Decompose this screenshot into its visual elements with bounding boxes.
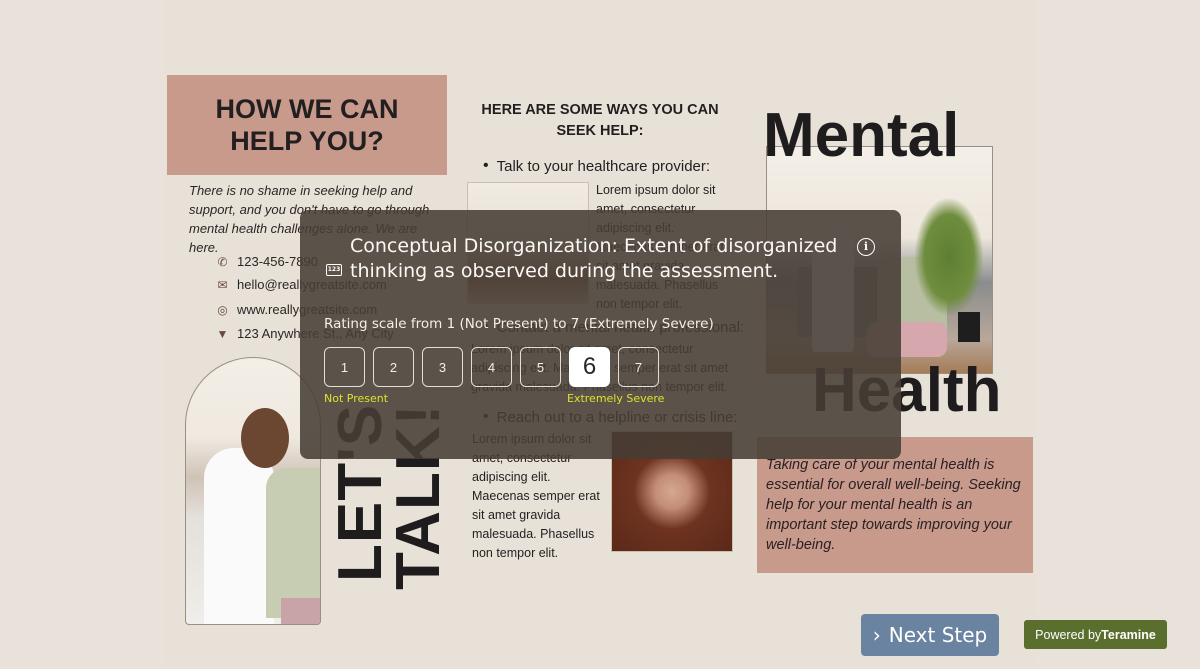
how-we-help-title: HOW WE CAN HELP YOU?	[215, 94, 399, 156]
number-type-icon: 123	[326, 264, 342, 276]
rating-option-3[interactable]: 3	[422, 347, 463, 387]
question-title: Conceptual Disorganization: Extent of di…	[350, 235, 838, 282]
rating-option-4[interactable]: 4	[471, 347, 512, 387]
rating-option-6[interactable]: 6	[569, 347, 610, 387]
ways-title: HERE ARE SOME WAYS YOU CAN SEEK HELP:	[481, 102, 719, 139]
next-step-button[interactable]: › Next Step	[861, 614, 999, 656]
rating-scale-text: Rating scale from 1 (Not Present) to 7 (…	[324, 316, 714, 332]
mail-icon: ✉	[217, 277, 228, 292]
location-pin-icon: ▼	[216, 326, 229, 341]
chevron-right-icon: ›	[872, 623, 881, 647]
how-we-help-box: HOW WE CAN HELP YOU?	[167, 75, 447, 175]
care-text: Taking care of your mental health is ess…	[766, 457, 1021, 553]
low-anchor-label: Not Present	[324, 392, 389, 405]
rating-option-5[interactable]: 5	[520, 347, 561, 387]
rating-option-1[interactable]: 1	[324, 347, 365, 387]
rating-question-panel: 123 Conceptual Disorganization: Extent o…	[300, 210, 901, 459]
brand-name: Teramine	[1101, 627, 1156, 642]
rating-options: 1 2 3 4 5 6 7	[324, 347, 659, 387]
phone-icon: ✆	[217, 254, 228, 269]
mental-heading: Mental	[763, 101, 960, 170]
rating-option-2[interactable]: 2	[373, 347, 414, 387]
globe-icon: ◎	[217, 302, 228, 317]
powered-by-text: Powered by	[1035, 627, 1102, 642]
next-step-label: Next Step	[888, 623, 988, 647]
high-anchor-label: Extremely Severe	[567, 392, 665, 405]
bullet-healthcare: Talk to your healthcare provider:	[483, 157, 710, 175]
rating-option-7[interactable]: 7	[618, 347, 659, 387]
info-icon[interactable]: i	[857, 238, 875, 256]
powered-by-badge[interactable]: Powered by Teramine	[1024, 620, 1167, 649]
